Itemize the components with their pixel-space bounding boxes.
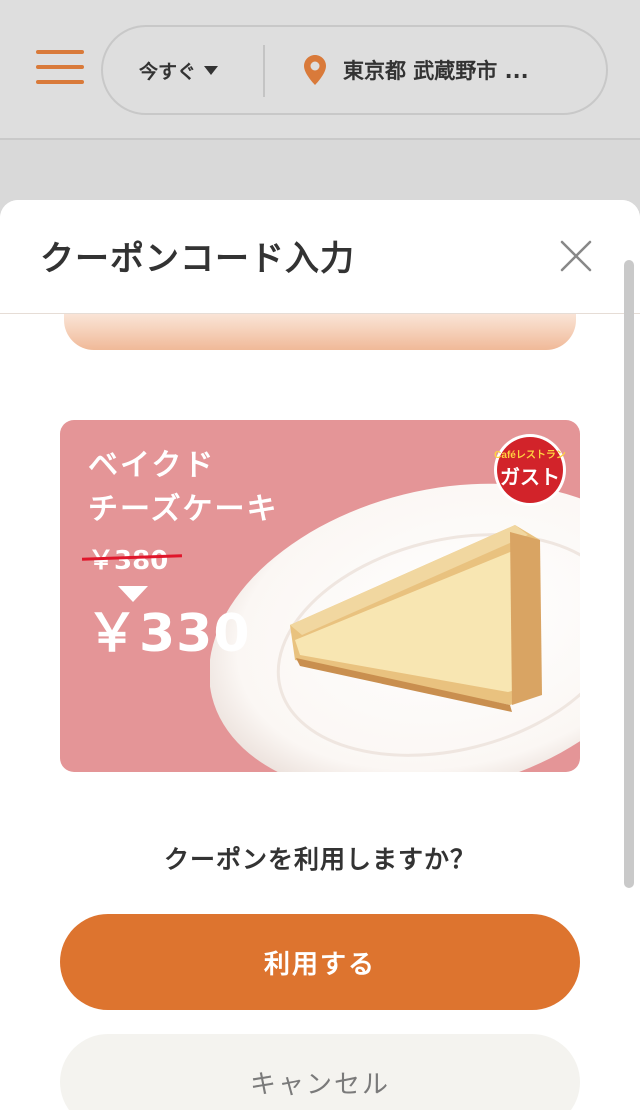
close-icon[interactable] [556,236,596,276]
caret-down-icon [204,65,219,75]
hamburger-menu-icon[interactable] [36,50,84,84]
modal-header: クーポンコード入力 [0,200,640,314]
original-price-text: ￥380 [88,546,169,576]
location-label: 東京都 武蔵野市 ... [343,59,529,83]
logo-small-text: Caféレストラン [494,449,566,461]
product-name-line1: ベイクド [88,448,216,483]
original-price: ￥380 [81,540,183,577]
time-label: 今すぐ [139,60,197,83]
product-name-line2: チーズケーキ [88,492,279,527]
gusto-logo: Caféレストラン ガスト [494,434,566,506]
coupon-modal: クーポンコード入力 ベイクド チーズケーキ ￥380 ￥330 Caféレストラ… [0,200,640,1110]
scrollbar[interactable] [624,260,634,888]
confirm-question: クーポンを利用しますか？ [163,845,476,874]
logo-large-text: ガスト [500,465,560,489]
coupon-banner: ベイクド チーズケーキ ￥380 ￥330 Caféレストラン ガスト [60,420,580,772]
pill-divider [263,45,265,97]
cancel-button[interactable]: キャンセル [60,1034,580,1110]
order-settings-pill: 今すぐ 東京都 武蔵野市 ... [101,25,608,115]
map-pin-icon [304,55,326,85]
coupon-product-name: ベイクド チーズケーキ [88,444,279,532]
price-down-arrow-icon [118,586,148,602]
modal-title: クーポンコード入力 [40,239,355,279]
use-coupon-button[interactable]: 利用する [60,914,580,1010]
app-header: 今すぐ 東京都 武蔵野市 ... [0,0,640,140]
location-select[interactable]: 東京都 武蔵野市 ... [303,27,529,113]
discount-price: ￥330 [86,604,251,664]
time-select[interactable]: 今すぐ [139,27,219,113]
